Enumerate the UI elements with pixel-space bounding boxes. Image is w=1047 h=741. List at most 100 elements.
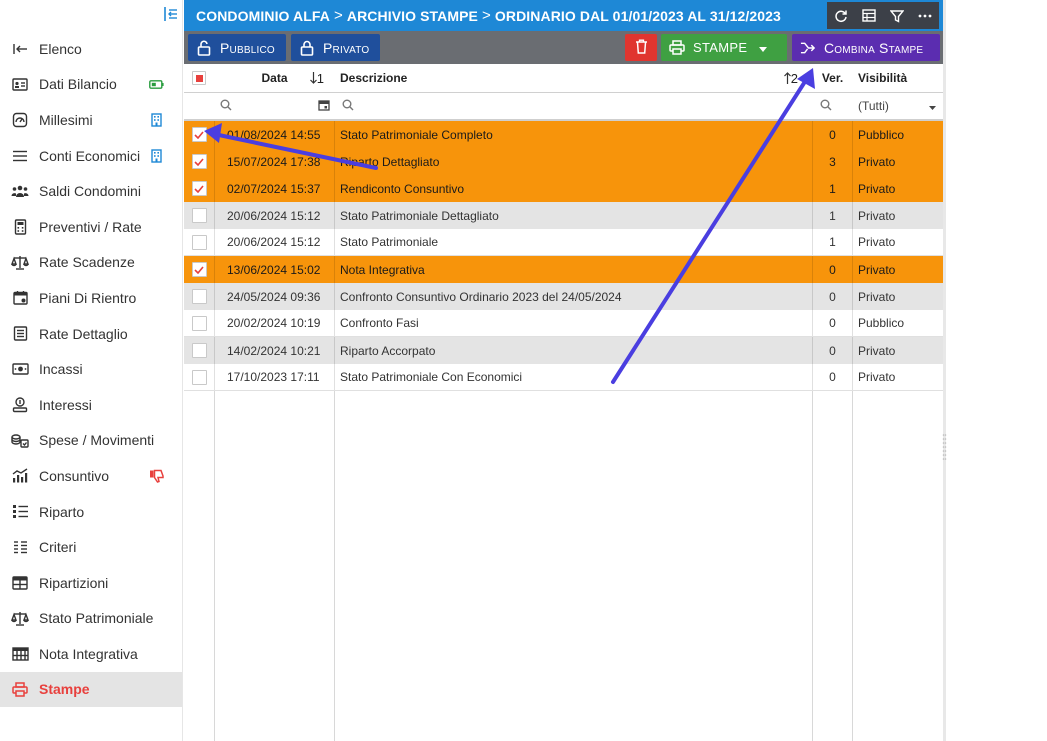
- table-row[interactable]: 24/05/2024 09:36 Confronto Consuntivo Ord…: [184, 283, 943, 310]
- row-checkbox[interactable]: [184, 175, 214, 202]
- pubblico-label: Pubblico: [220, 39, 275, 56]
- table-row[interactable]: 15/07/2024 17:38 Riparto Dettagliato 3 Priv…: [184, 148, 943, 175]
- table-row[interactable]: 20/06/2024 15:12 Stato Patrimoniale Detta…: [184, 202, 943, 229]
- sidebar-item-preventivi-rate[interactable]: Preventivi / Rate: [0, 209, 182, 245]
- sidebar-item-stampe[interactable]: Stampe: [0, 671, 182, 708]
- sidebar-item-label: Stato Patrimoniale: [39, 610, 154, 627]
- row-checkbox[interactable]: [184, 121, 214, 148]
- scale-icon: [11, 609, 29, 627]
- cell-data: 20/06/2024 15:12: [227, 208, 321, 223]
- table-row[interactable]: 14/02/2024 10:21 Riparto Accorpato 0 Privat…: [184, 337, 943, 364]
- breadcrumb-separator: >: [333, 7, 343, 24]
- sidebar-item-consuntivo[interactable]: Consuntivo: [0, 458, 182, 494]
- sidebar-item-interessi[interactable]: Interessi: [0, 387, 182, 423]
- sort-desc-indicator: 2: [783, 70, 798, 86]
- main-panel: CONDOMINIO ALFA > ARCHIVIO STAMPE > ORDI…: [184, 0, 943, 741]
- sidebar-item-label: Consuntivo: [39, 467, 110, 484]
- money-icon: [11, 360, 29, 378]
- cell-data: 01/08/2024 14:55: [227, 127, 321, 142]
- data-filter-input[interactable]: [220, 93, 330, 119]
- row-checkbox[interactable]: [184, 256, 214, 283]
- table-row[interactable]: 01/08/2024 14:55 Stato Patrimoniale Compl…: [184, 121, 943, 148]
- printer-icon: [11, 680, 29, 698]
- table-row[interactable]: 17/10/2023 17:11 Stato Patrimoniale Con E…: [184, 364, 943, 391]
- stampe-button[interactable]: STAMPE: [661, 34, 787, 61]
- header-visibilita[interactable]: Visibilità: [858, 64, 942, 92]
- sort-order-number: 2: [790, 70, 798, 86]
- sidebar-item-criteri[interactable]: Criteri: [0, 529, 182, 565]
- row-checkbox[interactable]: [184, 283, 214, 310]
- table-row[interactable]: 20/02/2024 10:19 Confronto Fasi 0 Pubblico: [184, 310, 943, 337]
- cell-descrizione: Rendiconto Consuntivo: [340, 181, 465, 196]
- breadcrumb-archivio[interactable]: ARCHIVIO STAMPE: [347, 8, 478, 24]
- sidebar-item-label: Criteri: [39, 539, 77, 556]
- sidebar-item-label: Preventivi / Rate: [39, 218, 142, 235]
- table-row[interactable]: 13/06/2024 15:02 Nota Integrativa 0 Privato: [184, 256, 943, 283]
- row-checkbox[interactable]: [184, 202, 214, 229]
- sidebar-item-rate-scadenze[interactable]: Rate Scadenze: [0, 245, 182, 281]
- sidebar-item-incassi[interactable]: Incassi: [0, 351, 182, 387]
- sidebar-item-elenco[interactable]: Elenco: [0, 31, 182, 67]
- privato-label: Privato: [323, 39, 370, 56]
- cell-descrizione: Stato Patrimoniale: [340, 235, 439, 249]
- search-icon: [342, 99, 354, 114]
- sidebar-item-millesimi[interactable]: Millesimi: [0, 102, 182, 138]
- row-checkbox[interactable]: [184, 364, 214, 390]
- header-data[interactable]: Data 1: [215, 64, 334, 92]
- back-arrow-icon: [11, 40, 29, 58]
- table-view-icon[interactable]: [860, 7, 878, 25]
- visibilita-filter-select[interactable]: (Tutti): [858, 93, 938, 119]
- sidebar-item-spese-movimenti[interactable]: Spese / Movimenti: [0, 423, 182, 459]
- row-checkbox[interactable]: [184, 337, 214, 364]
- lines-icon: [11, 147, 29, 165]
- battery-icon: [148, 76, 164, 92]
- header-descrizione[interactable]: Descrizione 2: [340, 64, 810, 92]
- sidebar-item-saldi-condomini[interactable]: Saldi Condomini: [0, 173, 182, 209]
- sidebar-item-piani-di-rientro[interactable]: Piani Di Rientro: [0, 280, 182, 316]
- refresh-icon[interactable]: [832, 7, 850, 25]
- table-row[interactable]: 02/07/2024 15:37 Rendiconto Consuntivo 1 Pr…: [184, 175, 943, 202]
- sidebar-item-rate-dettaglio[interactable]: Rate Dettaglio: [0, 316, 182, 352]
- panel-splitter[interactable]: [943, 0, 946, 741]
- privato-button[interactable]: Privato: [291, 34, 380, 61]
- select-all-checkbox[interactable]: [184, 64, 214, 92]
- sidebar-item-stato-patrimoniale[interactable]: Stato Patrimoniale: [0, 601, 182, 637]
- row-checkbox[interactable]: [184, 148, 214, 175]
- title-bar: CONDOMINIO ALFA > ARCHIVIO STAMPE > ORDI…: [184, 0, 943, 31]
- sidebar-item-conti-economici[interactable]: Conti Economici: [0, 138, 182, 174]
- header-descrizione-label: Descrizione: [340, 71, 408, 85]
- header-ver-label: Ver.: [821, 71, 844, 85]
- filter-icon[interactable]: [888, 7, 906, 25]
- sidebar-item-nota-integrativa[interactable]: Nota Integrativa: [0, 636, 182, 672]
- table-row[interactable]: 20/06/2024 15:12 Stato Patrimoniale 1 Priva…: [184, 229, 943, 256]
- cell-descrizione: Riparto Dettagliato: [340, 154, 440, 169]
- check-icon: [194, 184, 204, 193]
- breadcrumb-condominio[interactable]: CONDOMINIO ALFA: [196, 8, 330, 24]
- sidebar-item-riparto[interactable]: Riparto: [0, 494, 182, 530]
- sidebar-item-label: Conti Economici: [39, 147, 141, 164]
- row-checkbox[interactable]: [184, 310, 214, 336]
- sidebar-menu: Elenco Dati Bilancio Millesimi Conti Econom…: [0, 31, 182, 708]
- delete-button[interactable]: [625, 34, 657, 61]
- sidebar-item-dati-bilancio[interactable]: Dati Bilancio: [0, 67, 182, 103]
- visibilita-filter-value: (Tutti): [858, 99, 889, 113]
- splitter-grip-icon[interactable]: [942, 432, 947, 462]
- sort-order-number: 1: [316, 70, 324, 86]
- pubblico-button[interactable]: Pubblico: [188, 34, 286, 61]
- cell-visibilita: Privato: [858, 289, 896, 304]
- sidebar-item-ripartizioni[interactable]: Ripartizioni: [0, 565, 182, 601]
- check-icon: [194, 157, 204, 166]
- calendar-icon: [11, 289, 29, 307]
- combina-stampe-button[interactable]: Combina Stampe: [792, 34, 940, 61]
- sidebar-item-label: Interessi: [39, 396, 92, 413]
- calendar-icon[interactable]: [318, 99, 330, 114]
- header-ver[interactable]: Ver.: [813, 64, 852, 92]
- cell-data: 24/05/2024 09:36: [227, 289, 321, 304]
- descrizione-filter-input[interactable]: [342, 93, 802, 119]
- row-checkbox[interactable]: [184, 229, 214, 255]
- ver-filter-input[interactable]: [820, 93, 848, 119]
- sidebar-collapse-icon[interactable]: [162, 4, 180, 24]
- more-options-icon[interactable]: [916, 7, 934, 25]
- cell-descrizione: Confronto Fasi: [340, 316, 419, 330]
- grid-body: 01/08/2024 14:55 Stato Patrimoniale Compl…: [184, 121, 943, 391]
